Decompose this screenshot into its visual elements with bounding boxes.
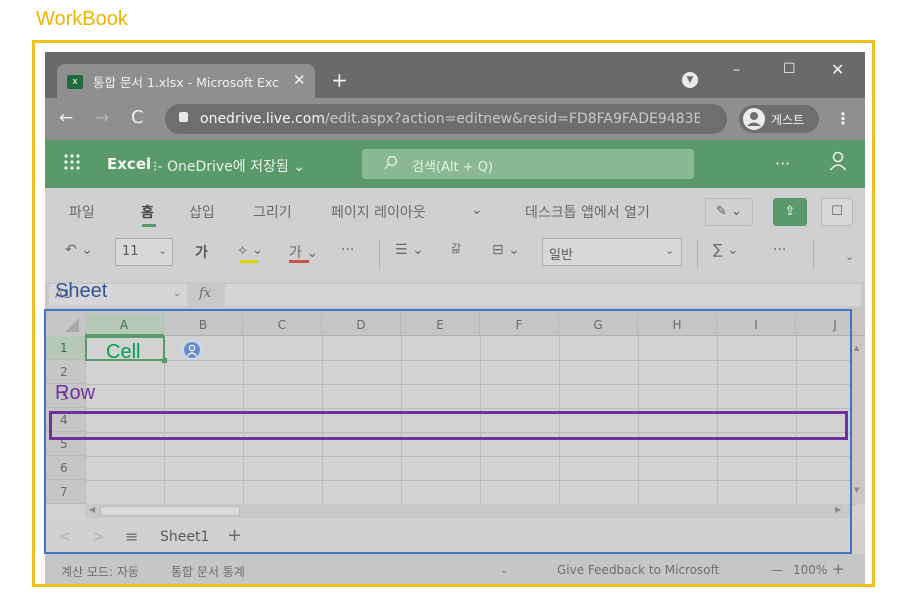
workbook-statistics[interactable]: 통합 문서 통계: [171, 563, 245, 580]
number-format-dropdown[interactable]: 일반 ⌄: [542, 238, 682, 266]
app-header: Excel ⁝- OneDrive에 저장됨 ⌄ 검색(Alt + Q) ···: [45, 140, 865, 188]
more-commands-button[interactable]: ···: [773, 242, 786, 258]
fill-color-button[interactable]: ⟡ ⌄: [238, 242, 263, 258]
editing-mode-button[interactable]: ✎ ⌄: [705, 198, 753, 226]
tab-draw[interactable]: 그리기: [253, 202, 292, 222]
align-button[interactable]: ☰ ⌄: [395, 242, 424, 258]
document-save-status[interactable]: ⁝- OneDrive에 저장됨 ⌄: [153, 156, 305, 176]
font-size-value: 11: [122, 244, 139, 259]
url-host: onedrive.live.com: [200, 111, 325, 127]
comments-button[interactable]: ☐: [821, 198, 853, 226]
insert-function-icon[interactable]: fx: [199, 286, 211, 301]
sheet-annotation-label: Sheet: [55, 280, 108, 302]
maximize-button[interactable]: ☐: [783, 61, 796, 77]
merge-button[interactable]: ⊟ ⌄: [492, 242, 520, 258]
profile-avatar-icon: [743, 108, 765, 130]
bold-button[interactable]: 가: [195, 242, 208, 262]
chevron-down-icon: ⌄: [158, 244, 168, 257]
browser-tab[interactable]: x 통합 문서 1.xlsx - Microsoft Exc ✕: [57, 64, 315, 98]
address-bar[interactable]: onedrive.live.com/edit.aspx?action=editn…: [165, 104, 727, 134]
back-arrow-icon[interactable]: ←: [59, 108, 73, 128]
more-options-icon[interactable]: ···: [775, 154, 790, 173]
expand-ribbon-chevron-icon[interactable]: ⌄: [845, 250, 854, 263]
more-formatting-button[interactable]: ···: [341, 242, 354, 258]
url-path: /edit.aspx?action=editnew&resid=FD8FA9FA…: [324, 111, 700, 127]
browser-menu-icon[interactable]: ⋮: [835, 109, 851, 128]
excel-favicon-icon: x: [67, 75, 83, 89]
more-tabs-chevron-icon[interactable]: ⌄: [471, 202, 483, 218]
minimize-button[interactable]: –: [733, 62, 740, 78]
row-annotation-frame: [49, 411, 848, 440]
status-bar: 계산 모드: 자동 통합 문서 통계 ⌄ Give Feedback to Mi…: [45, 558, 865, 584]
wrap-text-button[interactable]: 갊: [451, 240, 461, 256]
cell-annotation-label: Cell: [106, 341, 141, 363]
search-input[interactable]: 검색(Alt + Q): [362, 149, 694, 179]
zoom-level[interactable]: 100%: [793, 563, 827, 577]
chevron-down-icon: ⌄: [665, 244, 675, 257]
font-color-button[interactable]: 가 ⌄: [289, 242, 318, 262]
zoom-in-button[interactable]: +: [832, 560, 845, 578]
toolbar-divider: [813, 240, 814, 268]
chevron-down-icon: ⌄: [173, 288, 182, 299]
undo-button[interactable]: ↶ ⌄: [65, 242, 93, 258]
tab-close-icon[interactable]: ✕: [293, 71, 306, 89]
search-icon: [384, 155, 398, 175]
new-tab-button[interactable]: +: [331, 68, 348, 92]
toolbar-divider: [379, 240, 380, 268]
forward-arrow-icon[interactable]: →: [95, 108, 109, 128]
profile-label: 게스트: [771, 113, 805, 127]
browser-navbar: ← → C onedrive.live.com/edit.aspx?action…: [45, 98, 865, 140]
lock-icon: [179, 112, 188, 122]
tab-title: 통합 문서 1.xlsx - Microsoft Exc: [93, 75, 279, 90]
search-placeholder: 검색(Alt + Q): [412, 160, 494, 175]
tab-insert[interactable]: 삽입: [189, 202, 215, 222]
tab-home[interactable]: 홈: [141, 202, 154, 222]
autosum-button[interactable]: ∑ ⌄: [713, 242, 739, 258]
font-size-dropdown[interactable]: 11 ⌄: [115, 238, 173, 266]
scroll-up-icon[interactable]: ▲: [854, 344, 859, 352]
status-chevron-icon[interactable]: ⌄: [500, 565, 508, 576]
app-launcher-icon[interactable]: [63, 153, 81, 176]
calculation-mode[interactable]: 계산 모드: 자동: [61, 563, 139, 580]
profile-button[interactable]: 게스트: [739, 105, 819, 133]
close-window-button[interactable]: ✕: [831, 60, 844, 79]
vertical-scrollbar[interactable]: ▲ ▼: [851, 336, 865, 504]
feedback-link[interactable]: Give Feedback to Microsoft: [557, 563, 719, 577]
row-annotation-label: Row: [55, 382, 96, 404]
reload-icon[interactable]: C: [131, 107, 144, 128]
zoom-out-button[interactable]: —: [771, 563, 783, 577]
open-in-desktop-app[interactable]: 데스크톱 앱에서 열기: [525, 202, 650, 222]
tab-file[interactable]: 파일: [69, 202, 95, 222]
tab-search-dropdown-icon[interactable]: ▼: [682, 72, 698, 88]
formula-input[interactable]: [225, 284, 861, 306]
number-format-value: 일반: [549, 248, 573, 263]
fill-color-swatch: [240, 260, 258, 263]
browser-titlebar: x 통합 문서 1.xlsx - Microsoft Exc ✕ + ▼ – ☐…: [45, 52, 865, 98]
active-tab-indicator: [142, 224, 156, 227]
tab-page-layout[interactable]: 페이지 레이아웃: [331, 202, 426, 222]
toolbar-divider: [697, 240, 698, 268]
ribbon: 파일 홈 삽입 그리기 페이지 레이아웃 ⌄ 데스크톱 앱에서 열기 ✎ ⌄ ⇪…: [45, 188, 865, 282]
font-color-swatch: [289, 260, 309, 263]
app-name[interactable]: Excel: [107, 155, 151, 173]
workbook-annotation-label: WorkBook: [36, 8, 128, 30]
formula-bar: A1 ⌄ fx: [45, 282, 865, 308]
url-text[interactable]: onedrive.live.com/edit.aspx?action=editn…: [200, 111, 700, 127]
scroll-down-icon[interactable]: ▼: [854, 486, 859, 494]
person-icon[interactable]: [829, 151, 847, 176]
share-button[interactable]: ⇪: [773, 198, 807, 226]
